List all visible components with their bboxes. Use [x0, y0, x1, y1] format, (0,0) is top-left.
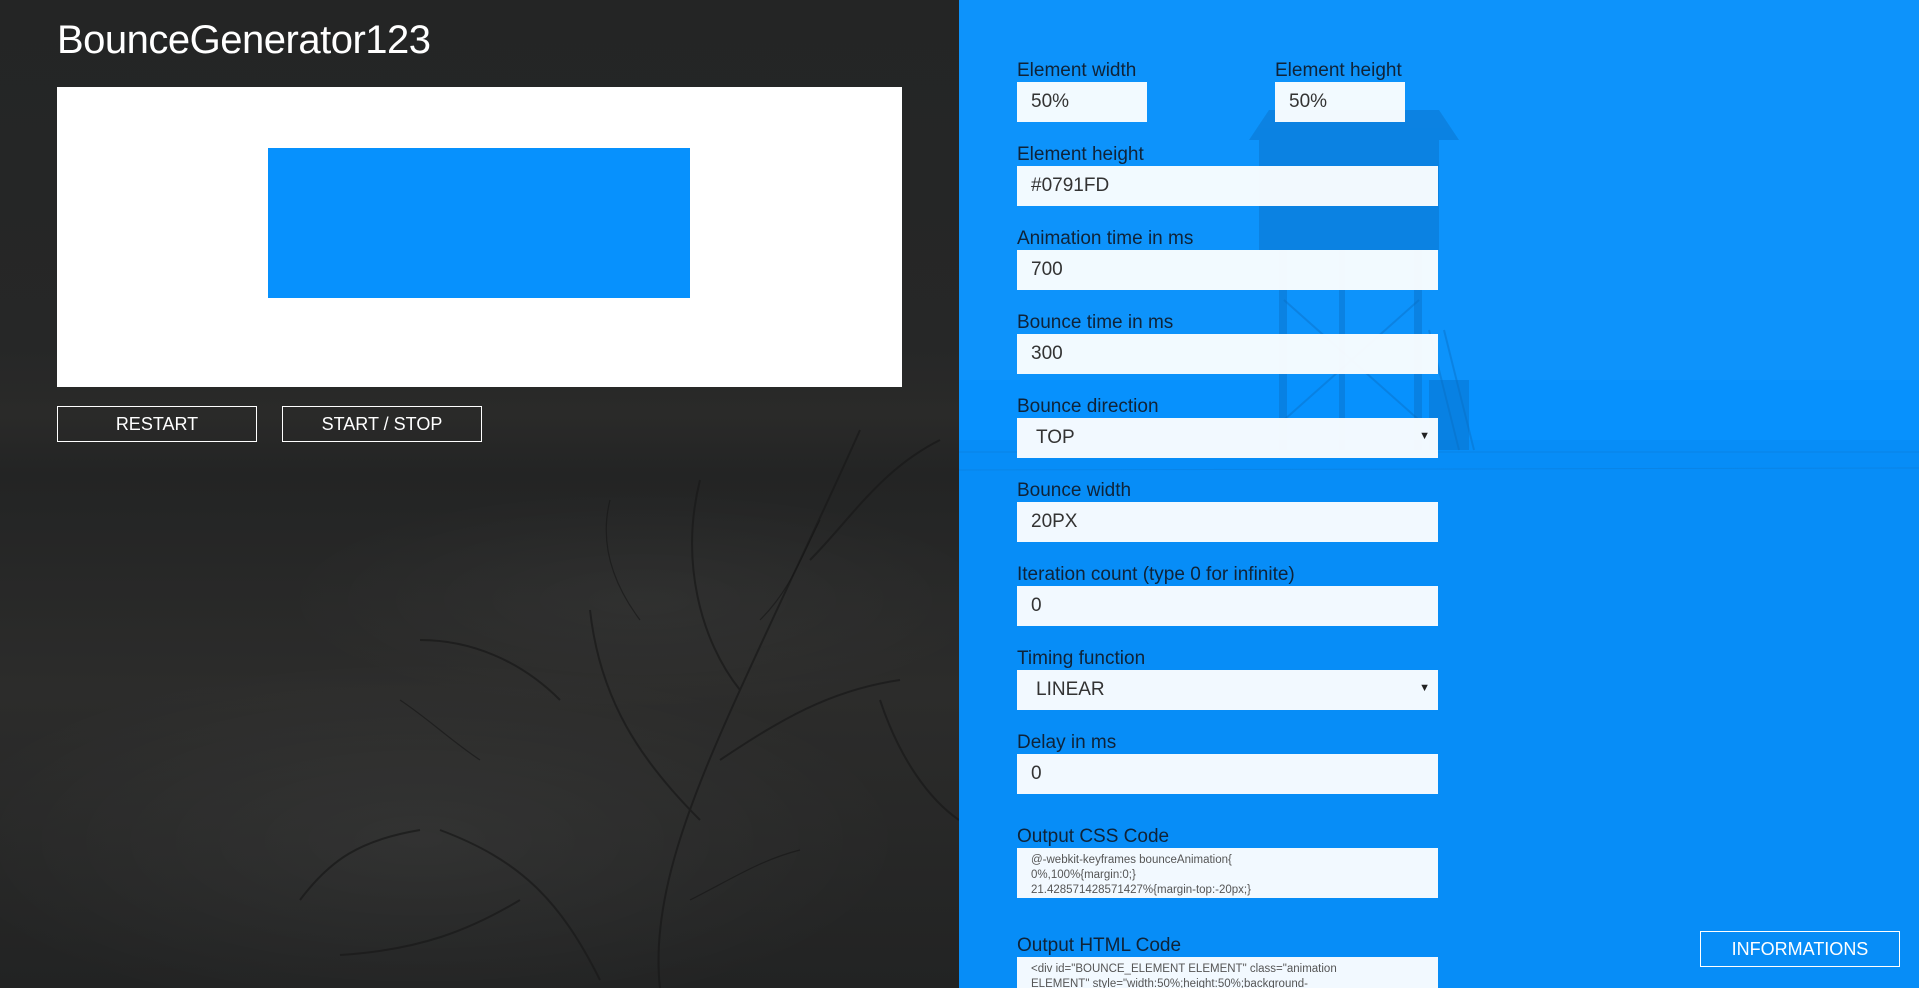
bounce-element	[268, 148, 690, 298]
preview-canvas	[57, 87, 902, 387]
settings-panel: Element width Element height Element hei…	[959, 0, 1919, 988]
delay-label: Delay in ms	[1017, 732, 1117, 753]
delay-input[interactable]	[1017, 754, 1438, 794]
element-width-label: Element width	[1017, 60, 1137, 81]
iteration-count-input[interactable]	[1017, 586, 1438, 626]
element-color-label: Element height	[1017, 144, 1144, 165]
bounce-direction-select[interactable]: TOP ▼	[1017, 418, 1438, 458]
timing-function-value: LINEAR	[1036, 679, 1105, 700]
bounce-time-label: Bounce time in ms	[1017, 312, 1174, 333]
element-color-input[interactable]	[1017, 166, 1438, 206]
dropdown-arrow-icon: ▼	[1419, 430, 1430, 442]
timing-function-select[interactable]: LINEAR ▼	[1017, 670, 1438, 710]
informations-button[interactable]: INFORMATIONS	[1700, 931, 1900, 967]
element-width-input[interactable]	[1017, 82, 1147, 122]
timing-function-label: Timing function	[1017, 648, 1146, 669]
preview-pane: BounceGenerator123 RESTART START / STOP	[0, 0, 959, 988]
output-html-label: Output HTML Code	[1017, 935, 1182, 956]
animation-time-input[interactable]	[1017, 250, 1438, 290]
start-stop-button[interactable]: START / STOP	[282, 406, 482, 442]
bounce-direction-label: Bounce direction	[1017, 396, 1159, 417]
restart-button[interactable]: RESTART	[57, 406, 257, 442]
output-css-label: Output CSS Code	[1017, 826, 1170, 847]
dropdown-arrow-icon: ▼	[1419, 682, 1430, 694]
bounce-width-label: Bounce width	[1017, 480, 1132, 501]
element-height-label: Element height	[1275, 60, 1402, 81]
bounce-direction-value: TOP	[1036, 427, 1075, 448]
output-html-textarea[interactable]: <div id="BOUNCE_ELEMENT ELEMENT" class="…	[1017, 957, 1438, 988]
element-height-input[interactable]	[1275, 82, 1405, 122]
bounce-width-input[interactable]	[1017, 502, 1438, 542]
output-css-textarea[interactable]: @-webkit-keyframes bounceAnimation{ 0%,1…	[1017, 848, 1438, 898]
animation-time-label: Animation time in ms	[1017, 228, 1194, 249]
iteration-count-label: Iteration count (type 0 for infinite)	[1017, 564, 1295, 585]
app-title: BounceGenerator123	[57, 18, 431, 62]
bounce-time-input[interactable]	[1017, 334, 1438, 374]
